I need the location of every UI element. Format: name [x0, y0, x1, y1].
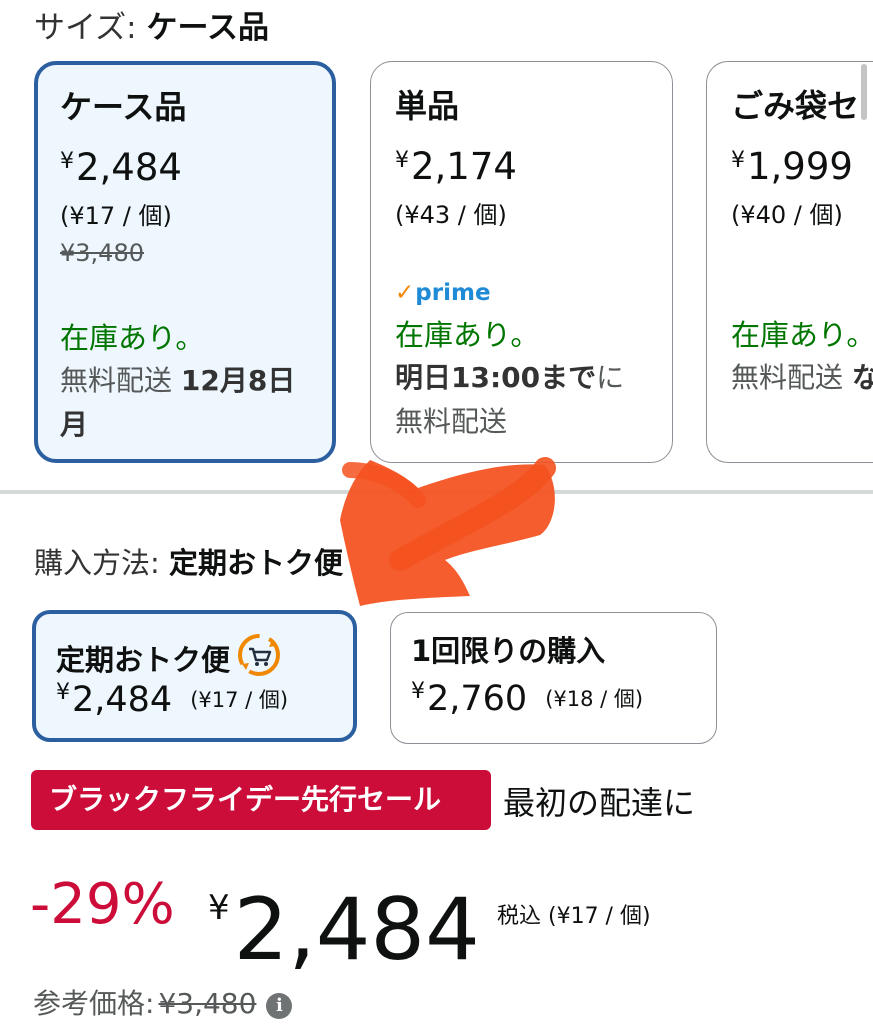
subscribe-cart-icon: [238, 634, 281, 676]
size-option-single[interactable]: 単品 ¥2,174 (¥43 / 個) ✓prime 在庫あり。 明日13:00…: [370, 61, 673, 463]
horizontal-scrollbar[interactable]: [861, 64, 867, 120]
prime-check-icon: ✓: [395, 280, 415, 306]
tax-note: 税込 (¥17 / 個): [497, 904, 651, 929]
deal-badge: ブラックフライデー先行セール: [31, 770, 491, 830]
size-option-unit-price: (¥40 / 個): [731, 201, 843, 229]
purchase-option-price: ¥2,484 (¥17 / 個): [56, 680, 289, 720]
purchase-option-title: 1回限りの購入: [411, 634, 606, 668]
size-selected-value: ケース品: [146, 10, 269, 46]
purchase-option-price: ¥2,760 (¥18 / 個): [411, 679, 644, 719]
purchase-option-unit-price: (¥18 / 個): [545, 687, 644, 711]
delivery-info: 明日13:00までに: [395, 361, 625, 394]
size-option-price: ¥2,484: [60, 146, 182, 189]
stock-status: 在庫あり。: [395, 318, 540, 352]
purchase-option-one-time[interactable]: 1回限りの購入 ¥2,760 (¥18 / 個): [390, 612, 717, 744]
size-option-title: ごみ袋セ: [731, 87, 860, 125]
stock-status: 在庫あり。: [731, 318, 873, 352]
reference-price-value: ¥3,480: [158, 987, 257, 1020]
size-option-unit-price: (¥17 / 個): [60, 202, 172, 230]
size-option-garbage-bag-set[interactable]: ごみ袋セ ¥1,999 (¥40 / 個) 在庫あり。 無料配送 な: [706, 61, 873, 463]
prime-badge: ✓prime: [395, 280, 491, 306]
deal-suffix-text: 最初の配達に: [503, 784, 696, 822]
size-option-price: ¥2,174: [395, 145, 517, 188]
delivery-info: 無料配送 12月8日 月: [60, 364, 296, 441]
purchase-method-label: 購入方法: 定期おトク便: [34, 546, 344, 580]
main-price: ¥2,484: [208, 880, 480, 980]
size-option-list-price: ¥3,480: [60, 239, 144, 267]
size-label-text: サイズ:: [34, 10, 137, 46]
size-option-case[interactable]: ケース品 ¥2,484 (¥17 / 個) ¥3,480 在庫あり。 無料配送 …: [34, 61, 336, 463]
size-option-title: ケース品: [60, 88, 187, 126]
delivery-info: 無料配送 な: [731, 361, 873, 394]
stock-status: 在庫あり。: [60, 321, 205, 355]
purchase-option-title: 定期おトク便: [56, 632, 353, 677]
reference-price: 参考価格: ¥3,480 i: [33, 982, 293, 1022]
size-option-price: ¥1,999: [731, 145, 853, 188]
purchase-option-subscribe[interactable]: 定期おトク便 ¥2,484 (¥17 / 個): [32, 610, 357, 742]
discount-percent: -29%: [30, 872, 175, 937]
size-label: サイズ: ケース品: [34, 2, 269, 47]
section-divider: [0, 490, 873, 494]
purchase-method-selected: 定期おトク便: [169, 546, 344, 580]
delivery-free-text: 無料配送: [395, 405, 508, 438]
purchase-option-unit-price: (¥17 / 個): [190, 688, 289, 712]
info-icon[interactable]: i: [266, 993, 293, 1019]
size-option-title: 単品: [395, 87, 460, 125]
size-option-unit-price: (¥43 / 個): [395, 201, 507, 229]
